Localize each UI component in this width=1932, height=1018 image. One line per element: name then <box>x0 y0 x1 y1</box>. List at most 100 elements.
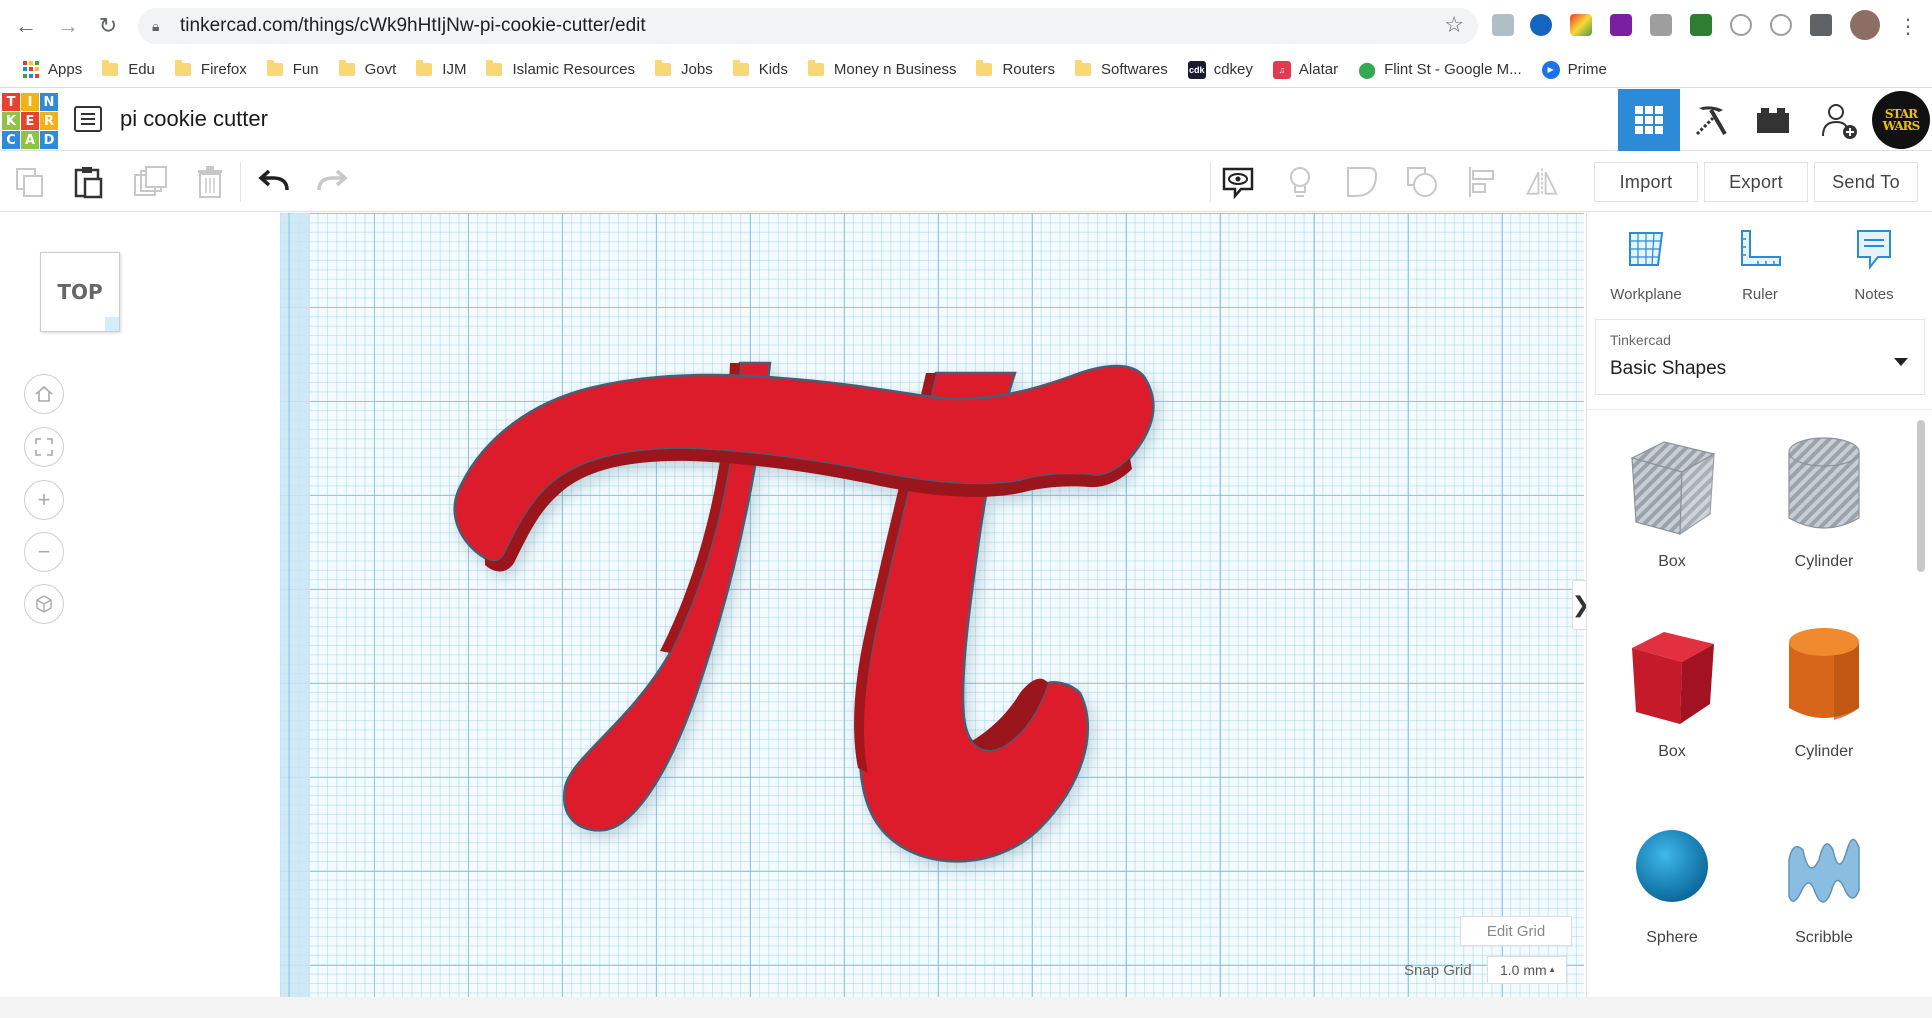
box-hole-icon <box>1630 441 1716 536</box>
bookmark-folder[interactable]: Softwares <box>1065 56 1178 84</box>
extension-js-icon[interactable] <box>1492 14 1514 36</box>
copy-button[interactable] <box>12 164 48 200</box>
zoom-out-button[interactable]: − <box>24 532 64 572</box>
view-cube-face: TOP <box>57 280 103 304</box>
notes-visibility-button[interactable] <box>1220 164 1256 200</box>
toolbar-divider <box>1210 162 1211 202</box>
shape-box-solid[interactable]: Box <box>1607 620 1737 761</box>
tool-label: Workplane <box>1610 286 1682 303</box>
import-button[interactable]: Import <box>1594 162 1698 202</box>
onenote-icon[interactable] <box>1610 14 1632 36</box>
lock-icon: 🔒︎ <box>152 17 160 34</box>
design-title[interactable]: pi cookie cutter <box>120 106 268 132</box>
bookmark-folder[interactable]: Islamic Resources <box>476 56 645 84</box>
pi-cookie-cutter-shape[interactable] <box>280 213 1584 997</box>
shape-label: Sphere <box>1646 929 1698 946</box>
bookmark-prime[interactable]: ▶ Prime <box>1532 56 1617 84</box>
bookmark-label: Kids <box>758 61 788 78</box>
shape-cylinder-hole[interactable]: Cylinder <box>1759 430 1889 571</box>
user-avatar[interactable]: STAR WARS <box>1872 91 1930 149</box>
bookmark-alatar[interactable]: ♫ Alatar <box>1263 56 1348 84</box>
snap-grid-select[interactable]: 1.0 mm <box>1487 956 1567 984</box>
ruler-tool[interactable]: Ruler <box>1705 227 1815 303</box>
extension-gray-icon[interactable] <box>1650 14 1672 36</box>
checkmark-extension-icon[interactable] <box>1690 14 1712 36</box>
view-cube[interactable]: TOP <box>40 252 120 332</box>
undo-icon <box>258 170 289 191</box>
show-all-button[interactable] <box>1282 164 1318 200</box>
toolbar-divider <box>240 162 241 202</box>
ruler-icon <box>1741 230 1781 266</box>
shape-scribble[interactable]: Scribble <box>1759 820 1889 947</box>
invite-user-button[interactable] <box>1808 89 1870 151</box>
paste-button[interactable] <box>70 164 106 200</box>
logo-letter: A <box>21 131 39 149</box>
sphere-icon <box>1636 830 1708 902</box>
forward-arrow-icon[interactable]: → <box>54 12 82 40</box>
extension-circle-icon[interactable] <box>1530 14 1552 36</box>
bookmark-folder[interactable]: IJM <box>406 56 476 84</box>
3d-design-view-button[interactable] <box>1618 89 1680 151</box>
extension-colorful-icon[interactable] <box>1570 14 1592 36</box>
bookmark-folder[interactable]: Routers <box>966 56 1065 84</box>
design-list-icon[interactable] <box>74 106 102 132</box>
reload-icon[interactable]: ↻ <box>94 12 122 40</box>
bookmark-folder[interactable]: Money n Business <box>798 56 967 84</box>
bookmark-maps[interactable]: ⬤ Flint St - Google M... <box>1348 56 1532 84</box>
perspective-button[interactable] <box>24 584 64 624</box>
send-to-button[interactable]: Send To <box>1814 162 1918 202</box>
category-source: Tinkercad <box>1610 332 1671 348</box>
folder-icon <box>655 60 672 76</box>
shape-label: Box <box>1658 553 1686 570</box>
ungroup-button[interactable] <box>1404 164 1440 200</box>
notes-tool[interactable]: Notes <box>1819 227 1929 303</box>
codeblocks-button[interactable] <box>1680 89 1742 151</box>
mirror-button[interactable] <box>1524 164 1560 200</box>
snap-grid-label: Snap Grid <box>1404 962 1472 979</box>
shapes-grid: Box Cylinder Box Cylinder Sphere Scribbl… <box>1587 409 1932 997</box>
tinkercad-logo[interactable]: T I N K E R C A D <box>2 93 58 149</box>
address-bar[interactable]: 🔒︎ tinkercad.com/things/cWk9hHtIjNw-pi-c… <box>138 8 1478 44</box>
bookmark-apps[interactable]: Apps <box>12 56 92 84</box>
bookmark-label: Jobs <box>681 61 713 78</box>
bookmark-folder[interactable]: Fun <box>257 56 329 84</box>
delete-button[interactable] <box>192 164 228 200</box>
browser-toolbar: ← → ↻ 🔒︎ tinkercad.com/things/cWk9hHtIjN… <box>0 0 1932 52</box>
shape-box-hole[interactable]: Box <box>1607 430 1737 571</box>
minus-icon: − <box>37 539 51 564</box>
extension-ring-icon[interactable] <box>1730 14 1752 36</box>
shape-sphere[interactable]: Sphere <box>1607 820 1737 947</box>
shape-cylinder-solid[interactable]: Cylinder <box>1759 620 1889 761</box>
bookmark-folder[interactable]: Govt <box>329 56 407 84</box>
undo-button[interactable] <box>256 164 292 200</box>
profile-avatar-icon[interactable] <box>1850 10 1880 40</box>
bricks-button[interactable] <box>1742 89 1804 151</box>
shapes-scrollbar[interactable] <box>1917 420 1925 572</box>
workplane-canvas[interactable] <box>280 213 1584 997</box>
zoom-in-button[interactable]: + <box>24 480 64 520</box>
back-arrow-icon[interactable]: ← <box>12 12 40 40</box>
bookmark-folder[interactable]: Firefox <box>165 56 257 84</box>
bookmark-folder[interactable]: Kids <box>723 56 798 84</box>
workplane-tool[interactable]: Workplane <box>1591 227 1701 303</box>
align-button[interactable] <box>1464 164 1500 200</box>
bookmark-star-icon[interactable]: ☆ <box>1444 12 1464 38</box>
home-view-button[interactable] <box>24 374 64 414</box>
export-button[interactable]: Export <box>1704 162 1808 202</box>
extension-compass-icon[interactable] <box>1770 14 1792 36</box>
tool-label: Ruler <box>1742 286 1778 303</box>
group-button[interactable] <box>1344 164 1380 200</box>
browser-menu-icon[interactable]: ⋮ <box>1894 12 1922 40</box>
fit-view-button[interactable] <box>24 427 64 467</box>
edit-grid-button[interactable]: Edit Grid <box>1460 916 1572 946</box>
redo-button[interactable] <box>314 164 350 200</box>
clipboard-icon <box>74 167 103 199</box>
shape-category-dropdown[interactable]: Tinkercad Basic Shapes <box>1595 319 1925 395</box>
bookmark-folder[interactable]: Jobs <box>645 56 723 84</box>
folder-icon <box>416 60 433 76</box>
bookmarks-bar: Apps Edu Firefox Fun Govt IJM Islamic Re… <box>0 52 1932 88</box>
extensions-puzzle-icon[interactable] <box>1810 14 1832 36</box>
bookmark-folder[interactable]: Edu <box>92 56 165 84</box>
duplicate-button[interactable] <box>132 164 168 200</box>
bookmark-cdkey[interactable]: cdk cdkey <box>1178 56 1263 84</box>
